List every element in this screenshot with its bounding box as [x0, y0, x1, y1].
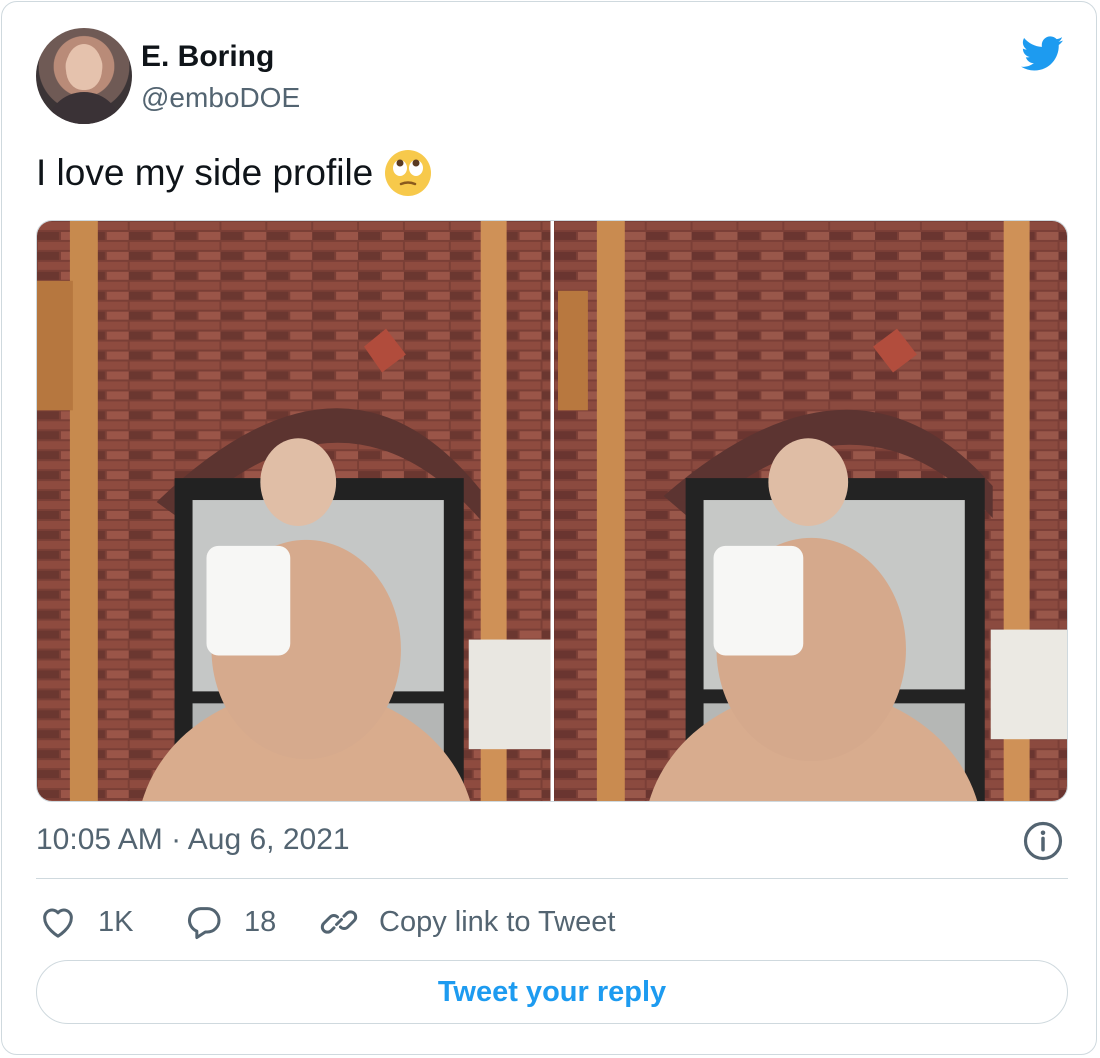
rolling-eyes-emoji — [385, 150, 432, 196]
divider — [36, 878, 1068, 879]
reply-count: 18 — [244, 905, 277, 938]
twitter-bird-icon[interactable] — [1018, 32, 1068, 74]
like-button[interactable]: 1K — [38, 898, 133, 946]
like-count: 1K — [98, 905, 134, 938]
info-icon[interactable] — [1022, 820, 1064, 862]
photo-2[interactable] — [553, 221, 1067, 801]
link-icon — [320, 910, 358, 934]
copy-link-button[interactable]: Copy link to Tweet — [319, 898, 615, 946]
photo-2-image — [553, 221, 1067, 801]
author-display-name[interactable]: E. Boring — [141, 40, 274, 74]
tweet-media — [36, 220, 1068, 802]
heart-icon — [43, 908, 73, 938]
photo-1-image — [37, 221, 551, 801]
author-handle[interactable]: @emboDOE — [141, 82, 300, 114]
tweet-your-reply-button[interactable]: Tweet your reply — [36, 960, 1068, 1024]
avatar-head — [66, 44, 102, 90]
tweet-body: I love my side profile — [36, 152, 374, 193]
avatar-shoulders — [46, 92, 122, 124]
reply-button[interactable]: 18 — [184, 898, 276, 946]
photo-1[interactable] — [37, 221, 551, 801]
copy-link-label: Copy link to Tweet — [379, 905, 616, 938]
speech-bubble-icon — [187, 907, 221, 939]
tweet-card: E. Boring @emboDOE I love my side profil… — [1, 1, 1097, 1055]
avatar[interactable] — [36, 28, 132, 124]
tweet-timestamp[interactable]: 10:05 AM · Aug 6, 2021 — [36, 820, 350, 860]
tweet-text: I love my side profile — [36, 148, 433, 198]
